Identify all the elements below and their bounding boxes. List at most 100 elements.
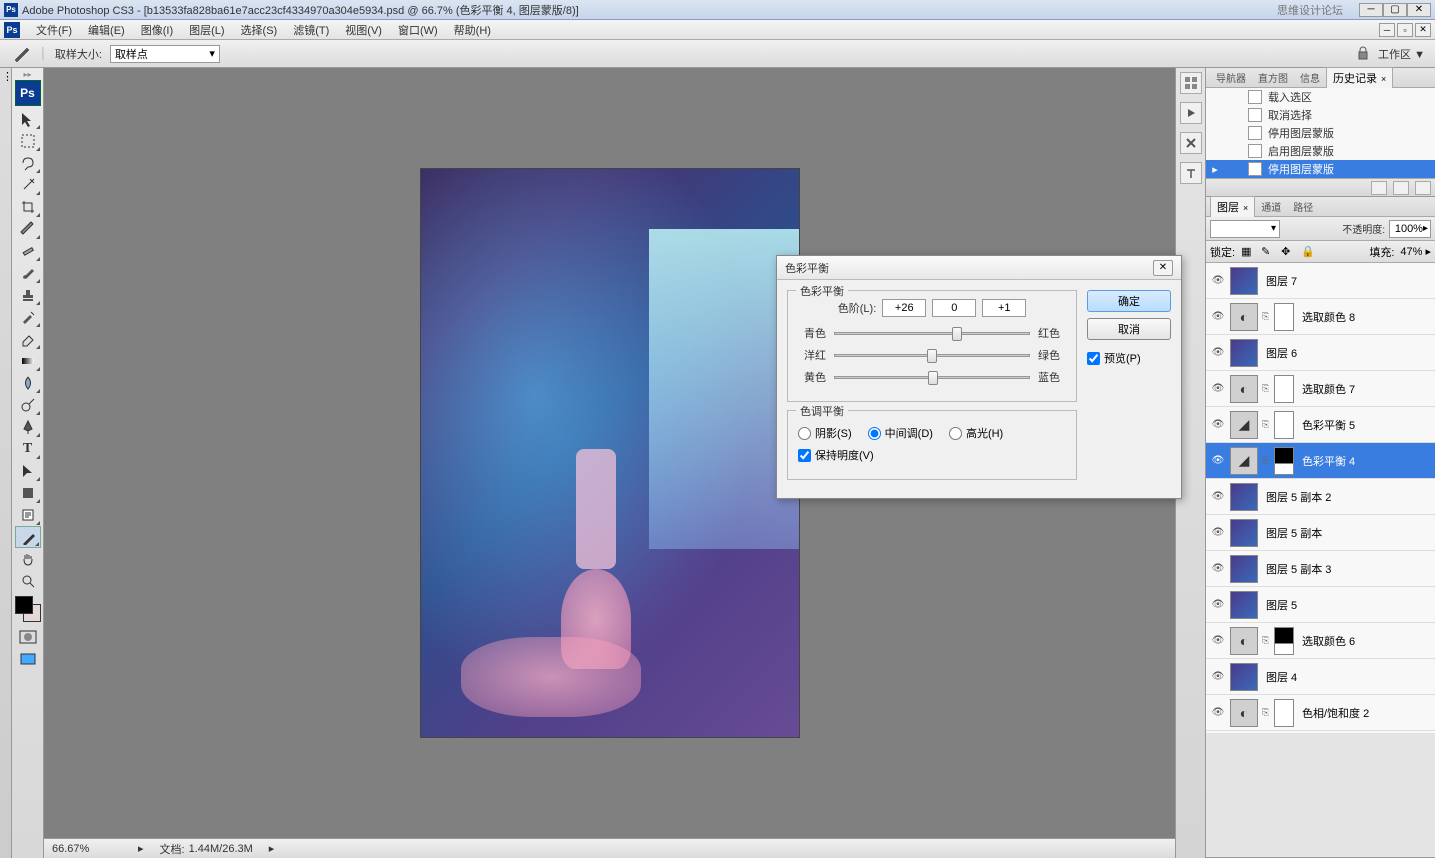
menu-image[interactable]: 图像(I)	[133, 20, 181, 40]
tab-info[interactable]: 信息	[1294, 68, 1326, 87]
dock-icon-grid[interactable]	[1180, 72, 1202, 94]
stamp-tool[interactable]	[15, 284, 41, 306]
trash-icon[interactable]	[1415, 181, 1431, 195]
layer-row[interactable]: 图层 7	[1206, 263, 1435, 299]
doc-restore-button[interactable]: ▫	[1397, 23, 1413, 37]
zoom-tool[interactable]	[15, 570, 41, 592]
layer-name[interactable]: 图层 4	[1262, 669, 1431, 685]
history-item[interactable]: 停用图层蒙版	[1206, 124, 1435, 142]
layer-thumb[interactable]	[1230, 483, 1258, 511]
new-snapshot-icon[interactable]	[1371, 181, 1387, 195]
level-3-input[interactable]	[982, 299, 1026, 317]
layer-mask-thumb[interactable]	[1274, 411, 1294, 439]
close-button[interactable]: ✕	[1407, 3, 1431, 17]
menu-select[interactable]: 选择(S)	[233, 20, 286, 40]
yellow-blue-slider[interactable]	[834, 376, 1030, 379]
eyedropper-tool[interactable]	[15, 526, 41, 548]
status-menu-arrow[interactable]: ▸	[269, 842, 275, 855]
ps-menu-icon[interactable]: Ps	[4, 22, 20, 38]
layer-thumb[interactable]	[1230, 267, 1258, 295]
history-item[interactable]: ▸停用图层蒙版	[1206, 160, 1435, 178]
menu-layer[interactable]: 图层(L)	[181, 20, 232, 40]
layer-row[interactable]: ⎘选取颜色 6	[1206, 623, 1435, 659]
lasso-tool[interactable]	[15, 152, 41, 174]
highlights-radio[interactable]: 高光(H)	[949, 425, 1003, 441]
level-1-input[interactable]	[882, 299, 926, 317]
magenta-green-slider[interactable]	[834, 354, 1030, 357]
maximize-button[interactable]: ▢	[1383, 3, 1407, 17]
dock-icon-tools[interactable]	[1180, 132, 1202, 154]
visibility-toggle[interactable]	[1210, 381, 1226, 397]
visibility-toggle[interactable]	[1210, 705, 1226, 721]
doc-close-button[interactable]: ✕	[1415, 23, 1431, 37]
menu-file[interactable]: 文件(F)	[28, 20, 80, 40]
gradient-tool[interactable]	[15, 350, 41, 372]
layer-row[interactable]: ⎘ 色彩平衡 5	[1206, 407, 1435, 443]
layer-mask-thumb[interactable]	[1274, 303, 1294, 331]
workspace-dropdown[interactable]: 工作区 ▼	[1378, 46, 1425, 62]
menu-window[interactable]: 窗口(W)	[390, 20, 446, 40]
midtones-radio[interactable]: 中间调(D)	[868, 425, 933, 441]
blur-tool[interactable]	[15, 372, 41, 394]
blend-mode-dropdown[interactable]: ▾	[1210, 220, 1280, 238]
close-icon[interactable]: ×	[1243, 203, 1248, 213]
dock-icon-char[interactable]	[1180, 162, 1202, 184]
fill-field[interactable]: 47% ▸	[1400, 245, 1431, 258]
visibility-toggle[interactable]	[1210, 561, 1226, 577]
lock-icon[interactable]	[1354, 46, 1374, 62]
visibility-toggle[interactable]	[1210, 489, 1226, 505]
layer-name[interactable]: 色彩平衡 5	[1298, 417, 1431, 433]
tab-channels[interactable]: 通道	[1255, 197, 1287, 216]
lock-all-icon[interactable]: 🔒	[1301, 245, 1315, 259]
cyan-red-slider[interactable]	[834, 332, 1030, 335]
shape-tool[interactable]	[15, 482, 41, 504]
visibility-toggle[interactable]	[1210, 345, 1226, 361]
lock-position-icon[interactable]: ✥	[1281, 245, 1295, 259]
close-icon[interactable]: ×	[1381, 74, 1386, 84]
layer-row[interactable]: ⎘色相/饱和度 2	[1206, 695, 1435, 731]
minimize-button[interactable]: ─	[1359, 3, 1383, 17]
layer-mask-thumb[interactable]	[1274, 447, 1294, 475]
layer-row[interactable]: 图层 5 副本	[1206, 515, 1435, 551]
tab-layers[interactable]: 图层×	[1210, 196, 1255, 217]
layer-name[interactable]: 选取颜色 8	[1298, 309, 1431, 325]
layer-mask-thumb[interactable]	[1274, 627, 1294, 655]
menu-help[interactable]: 帮助(H)	[446, 20, 499, 40]
quickmask-toggle[interactable]	[15, 626, 41, 648]
layer-name[interactable]: 图层 5 副本 2	[1262, 489, 1431, 505]
status-arrow-icon[interactable]: ▸	[138, 842, 144, 855]
shadows-radio[interactable]: 阴影(S)	[798, 425, 852, 441]
cancel-button[interactable]: 取消	[1087, 318, 1171, 340]
dock-icon-play[interactable]	[1180, 102, 1202, 124]
layer-row[interactable]: 图层 5	[1206, 587, 1435, 623]
layer-name[interactable]: 选取颜色 6	[1298, 633, 1431, 649]
layer-thumb[interactable]	[1230, 663, 1258, 691]
layer-row[interactable]: 图层 5 副本 3	[1206, 551, 1435, 587]
pen-tool[interactable]	[15, 416, 41, 438]
ok-button[interactable]: 确定	[1087, 290, 1171, 312]
layer-row[interactable]: ⎘色彩平衡 4	[1206, 443, 1435, 479]
preserve-luminosity-checkbox[interactable]: 保持明度(V)	[798, 447, 874, 463]
link-icon[interactable]: ⎘	[1262, 707, 1270, 718]
link-icon[interactable]: ⎘	[1262, 419, 1270, 430]
magic-wand-tool[interactable]	[15, 174, 41, 196]
document-canvas[interactable]	[420, 168, 800, 738]
layer-row[interactable]: 图层 6	[1206, 335, 1435, 371]
visibility-toggle[interactable]	[1210, 525, 1226, 541]
layer-row[interactable]: ⎘选取颜色 7	[1206, 371, 1435, 407]
layer-name[interactable]: 色彩平衡 4	[1298, 453, 1431, 469]
type-tool[interactable]: T	[15, 438, 41, 460]
layer-name[interactable]: 选取颜色 7	[1298, 381, 1431, 397]
marquee-tool[interactable]	[15, 130, 41, 152]
visibility-toggle[interactable]	[1210, 453, 1226, 469]
opacity-field[interactable]: 100% ▸	[1389, 220, 1431, 238]
palette-well[interactable]: ⋮	[0, 68, 12, 858]
layer-thumb[interactable]	[1230, 375, 1258, 403]
layer-row[interactable]: 图层 4	[1206, 659, 1435, 695]
lock-pixels-icon[interactable]: ✎	[1261, 245, 1275, 259]
layer-row[interactable]: ⎘选取颜色 8	[1206, 299, 1435, 335]
crop-tool[interactable]	[15, 196, 41, 218]
dialog-titlebar[interactable]: 色彩平衡 ✕	[777, 256, 1181, 280]
notes-tool[interactable]	[15, 504, 41, 526]
visibility-toggle[interactable]	[1210, 309, 1226, 325]
